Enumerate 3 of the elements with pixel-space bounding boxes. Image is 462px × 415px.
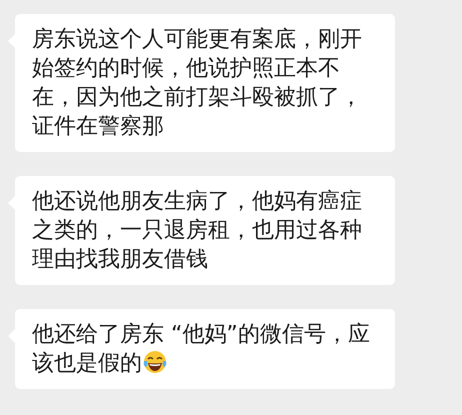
message-text: 房东说这个人可能更有案底，刚开始签约的时候，他说护照正本不在，因为他之前打架斗殴被抓了，证件在警察那 — [32, 26, 363, 141]
message-text: 他还说他朋友生病了，他妈有癌症之类的，一只退房租，也用过各种理由找我朋友借钱 — [32, 188, 363, 274]
message-text: 他还给了房东 “他妈”的微信号，应该也是假的 — [32, 321, 371, 378]
